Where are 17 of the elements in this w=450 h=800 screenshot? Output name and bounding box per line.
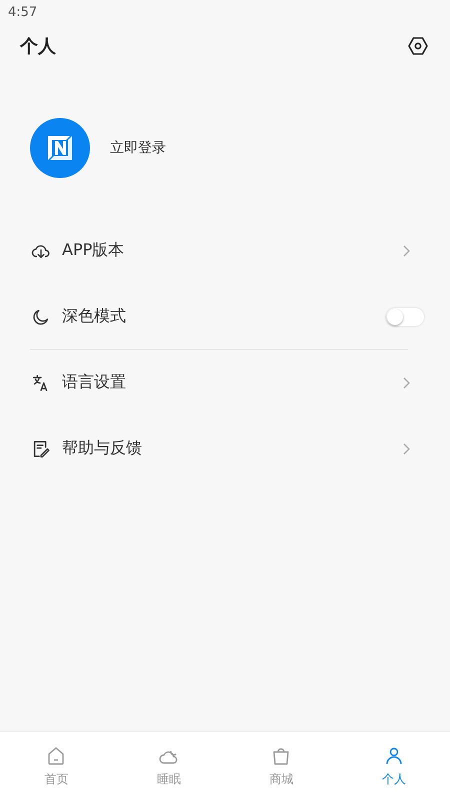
login-link[interactable]: 立即登录 xyxy=(110,139,166,157)
page-title: 个人 xyxy=(20,35,56,58)
menu-row[interactable]: 语言设置 xyxy=(30,350,424,415)
dark-mode-switch[interactable] xyxy=(386,308,424,326)
menu-label: 语言设置 xyxy=(62,372,127,393)
menu-label: 深色模式 xyxy=(62,306,127,327)
menu-row[interactable]: APP版本 xyxy=(30,218,424,283)
chevron-right-icon xyxy=(402,376,410,388)
nav-tab[interactable]: 个人 xyxy=(338,732,450,800)
menu-label: APP版本 xyxy=(62,240,126,261)
status-time: 4:57 xyxy=(8,4,38,20)
menu-row[interactable]: 深色模式 xyxy=(30,284,424,349)
settings-icon[interactable] xyxy=(406,34,430,58)
menu-row[interactable]: 帮助与反馈 xyxy=(30,416,424,481)
chevron-right-icon xyxy=(402,244,410,256)
chevron-right-icon xyxy=(402,442,410,454)
menu-label: 帮助与反馈 xyxy=(62,438,143,459)
